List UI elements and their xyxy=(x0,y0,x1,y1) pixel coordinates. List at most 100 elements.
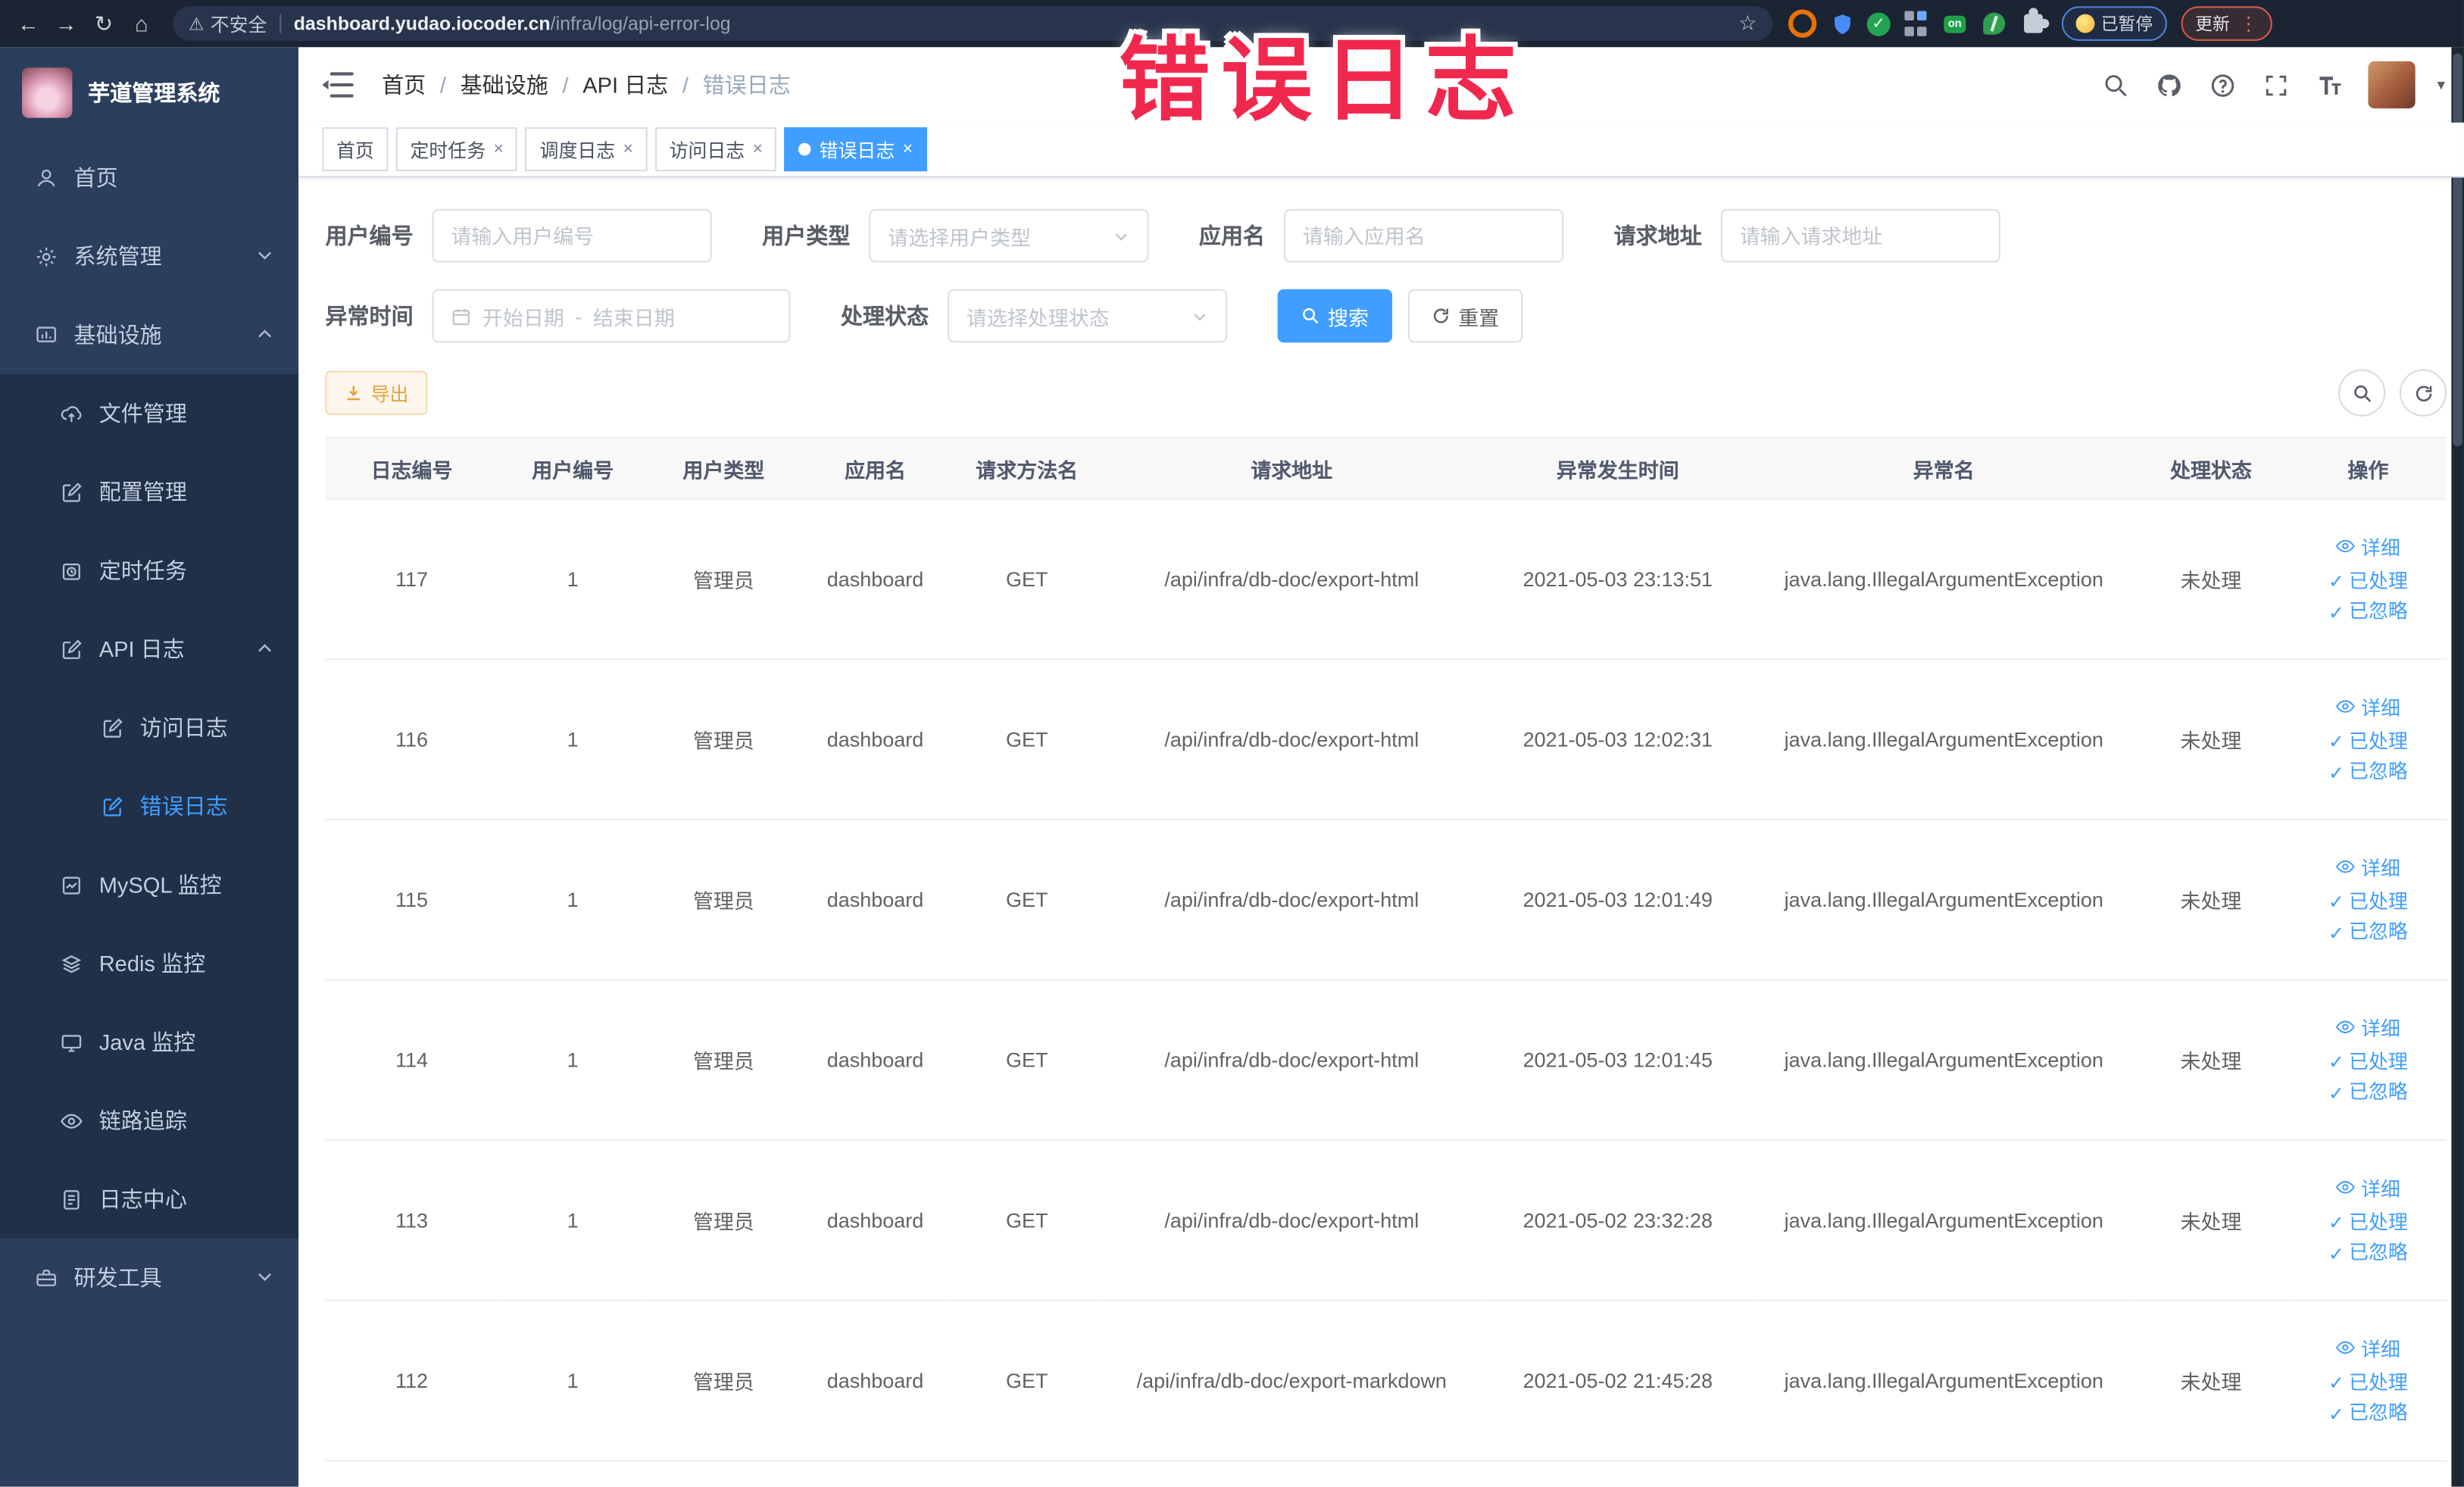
close-icon[interactable]: × xyxy=(623,140,633,159)
sidebar-item-dev-tools[interactable]: 研发工具 xyxy=(0,1239,298,1317)
sidebar-item-infrastructure[interactable]: 基础设施 xyxy=(0,295,298,374)
sidebar-item-scheduled-tasks[interactable]: 定时任务 xyxy=(0,531,299,610)
ignored-link[interactable]: ✓ 已忽略 xyxy=(2296,1244,2441,1264)
update-button[interactable]: 更新 ⋮ xyxy=(2181,6,2272,41)
tab-error-log[interactable]: 错误日志 × xyxy=(785,127,927,172)
request-url-input[interactable] xyxy=(1720,208,2000,263)
sidebar-toggle-button[interactable] xyxy=(322,72,354,98)
browser-home-button[interactable]: ⌂ xyxy=(123,5,161,42)
table-cell: 未处理 xyxy=(2132,1300,2290,1462)
app-name-input[interactable] xyxy=(1283,208,1564,263)
operations-cell: 详细 ✓ 已处理 ✓ 已忽略 xyxy=(2289,659,2447,820)
tab-schedule-log[interactable]: 调度日志 × xyxy=(525,127,648,172)
tab-home[interactable]: 首页 xyxy=(322,127,389,172)
processed-link[interactable]: ✓ 已处理 xyxy=(2296,1373,2441,1393)
breadcrumb-separator: / xyxy=(439,72,446,98)
eye-icon xyxy=(2336,697,2356,721)
page-scrollbar[interactable] xyxy=(2451,47,2464,1487)
export-button[interactable]: 导出 xyxy=(325,370,428,415)
paused-badge[interactable]: 已暂停 xyxy=(2061,6,2167,41)
detail-link[interactable]: 详细 xyxy=(2296,536,2441,561)
extensions-puzzle-icon[interactable] xyxy=(2019,8,2050,37)
app-title: 芋道管理系统 xyxy=(88,80,220,105)
search-icon[interactable] xyxy=(2101,69,2132,100)
extension-shield-icon[interactable] xyxy=(1828,9,1856,37)
scrollbar-thumb[interactable] xyxy=(2453,53,2462,447)
refresh-button[interactable] xyxy=(2399,369,2447,417)
bookmark-star-icon[interactable]: ☆ xyxy=(1738,11,1757,36)
sidebar-item-trace[interactable]: 链路追踪 xyxy=(0,1081,299,1161)
sidebar-item-mysql-monitor[interactable]: MySQL 监控 xyxy=(0,845,299,924)
download-icon xyxy=(347,386,361,401)
column-header: 处理状态 xyxy=(2132,436,2290,500)
processed-link[interactable]: ✓ 已处理 xyxy=(2296,572,2441,592)
detail-link[interactable]: 详细 xyxy=(2296,1177,2441,1201)
ignored-link[interactable]: ✓ 已忽略 xyxy=(2296,1404,2441,1423)
breadcrumb-item[interactable]: API 日志 xyxy=(582,69,668,100)
check-icon: ✓ xyxy=(2328,1211,2344,1234)
user-id-input[interactable] xyxy=(432,208,712,263)
sidebar-item-file-management[interactable]: 文件管理 xyxy=(0,373,299,453)
processed-link[interactable]: ✓ 已处理 xyxy=(2296,1213,2441,1232)
breadcrumb-item[interactable]: 首页 xyxy=(382,69,426,100)
table-row: 117 1 管理员 dashboard GET/api/infra/db-doc/exp… xyxy=(325,498,2447,661)
sidebar-item-config-management[interactable]: 配置管理 xyxy=(0,452,299,532)
processed-link[interactable]: ✓ 已处理 xyxy=(2296,1052,2441,1072)
breadcrumb-item[interactable]: 基础设施 xyxy=(461,69,548,100)
tab-access-log[interactable]: 访问日志 × xyxy=(654,127,777,172)
help-icon[interactable] xyxy=(2208,69,2239,100)
ignored-link[interactable]: ✓ 已忽略 xyxy=(2296,923,2441,942)
sidebar-item-system-management[interactable]: 系统管理 xyxy=(0,217,298,295)
extension-on-badge-icon[interactable]: on xyxy=(1941,9,1969,37)
user-type-select[interactable]: 请选择用户类型 xyxy=(869,208,1149,263)
sidebar-item-java-monitor[interactable]: Java 监控 xyxy=(0,1002,299,1082)
ignored-link[interactable]: ✓ 已忽略 xyxy=(2296,1083,2441,1103)
extension-grid-icon[interactable] xyxy=(1901,9,1929,37)
tab-scheduled-tasks[interactable]: 定时任务 × xyxy=(395,127,518,172)
chevron-down-icon[interactable]: ▾ xyxy=(2437,77,2445,94)
search-button[interactable]: 搜索 xyxy=(1277,289,1393,343)
browser-back-button[interactable]: ← xyxy=(9,5,47,42)
operations-cell: 详细 ✓ 已处理 ✓ 已忽略 xyxy=(2289,1300,2447,1462)
cloud-upload-icon xyxy=(58,401,83,426)
action-label: 详细 xyxy=(2361,1339,2400,1361)
table-cell: dashboard xyxy=(799,979,951,1142)
screen: ← → ↻ ⌂ ⚠ 不安全 dashboard.yudao.iocoder.cn… xyxy=(0,0,2464,1487)
reset-button[interactable]: 重置 xyxy=(1407,289,1523,343)
detail-link[interactable]: 详细 xyxy=(2296,857,2441,881)
detail-link[interactable]: 详细 xyxy=(2296,1338,2441,1362)
extension-leaf-icon[interactable] xyxy=(1980,9,2008,37)
font-size-icon[interactable] xyxy=(2315,69,2346,100)
ignored-link[interactable]: ✓ 已忽略 xyxy=(2296,602,2441,622)
search-toggle-button[interactable] xyxy=(2338,369,2386,417)
avatar[interactable] xyxy=(2368,61,2416,109)
close-icon[interactable]: × xyxy=(753,140,763,159)
action-label: 详细 xyxy=(2361,858,2400,880)
sidebar-item-error-log[interactable]: 错误日志 xyxy=(0,767,299,846)
sidebar-item-redis-monitor[interactable]: Redis 监控 xyxy=(0,923,299,1003)
github-icon[interactable] xyxy=(2154,69,2185,100)
detail-link[interactable]: 详细 xyxy=(2296,697,2441,721)
sidebar-item-home[interactable]: 首页 xyxy=(0,139,298,217)
process-status-select[interactable]: 请选择处理状态 xyxy=(947,289,1228,343)
date-range-picker[interactable]: 开始日期 - 结束日期 xyxy=(432,289,791,343)
processed-link[interactable]: ✓ 已处理 xyxy=(2296,892,2441,912)
logo-row[interactable]: 芋道管理系统 xyxy=(0,47,298,138)
sidebar-item-api-log[interactable]: API 日志 xyxy=(0,609,299,689)
ignored-link[interactable]: ✓ 已忽略 xyxy=(2296,763,2441,783)
address-bar[interactable]: ⚠ 不安全 dashboard.yudao.iocoder.cn /infra/… xyxy=(173,6,1773,41)
processed-link[interactable]: ✓ 已处理 xyxy=(2296,732,2441,751)
close-icon[interactable]: × xyxy=(493,140,503,159)
close-icon[interactable]: × xyxy=(903,140,913,159)
browser-forward-button[interactable]: → xyxy=(47,5,85,42)
table-cell: java.lang.IllegalArgumentException xyxy=(1755,659,2133,820)
fullscreen-icon[interactable] xyxy=(2261,69,2292,100)
detail-link[interactable]: 详细 xyxy=(2296,1017,2441,1042)
kebab-menu-icon[interactable]: ⋮ xyxy=(2239,13,2258,35)
tab-label: 访问日志 xyxy=(669,139,745,161)
extension-check-icon[interactable]: ✓ xyxy=(1866,11,1891,36)
browser-reload-button[interactable]: ↻ xyxy=(85,5,123,42)
sidebar-item-access-log[interactable]: 访问日志 xyxy=(0,688,299,767)
sidebar-item-log-center[interactable]: 日志中心 xyxy=(0,1160,299,1239)
extension-ring-icon[interactable] xyxy=(1788,9,1817,38)
